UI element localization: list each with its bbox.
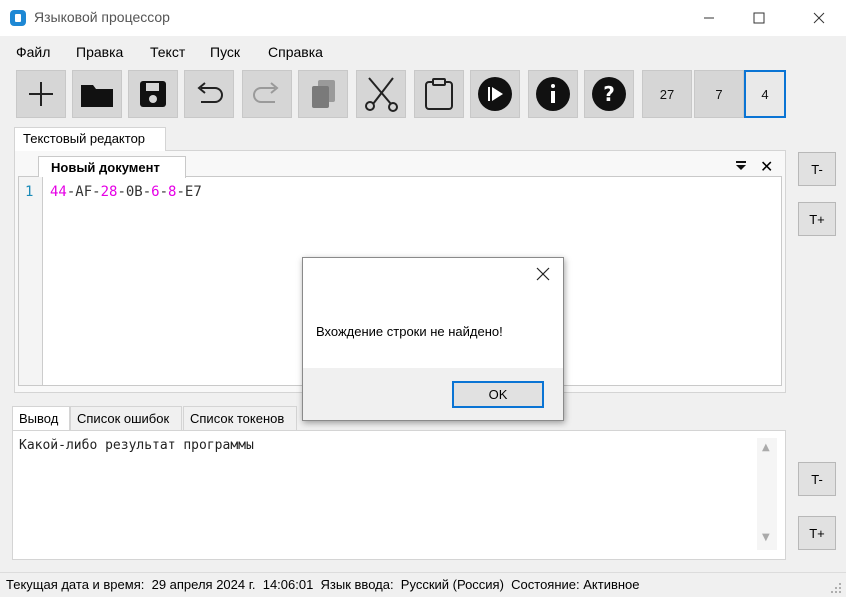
code-token-text: - xyxy=(159,184,169,200)
line-number: 1 xyxy=(25,184,34,200)
scroll-up-icon[interactable]: ▲ xyxy=(762,442,772,453)
counter-button-1[interactable]: 27 xyxy=(642,70,692,118)
code-token-text: -AF- xyxy=(66,184,101,200)
counter-value: 27 xyxy=(659,86,675,102)
menu-bar xyxy=(0,38,846,64)
close-button[interactable] xyxy=(796,0,842,36)
menu-text[interactable]: Текст xyxy=(150,44,185,60)
run-icon xyxy=(478,77,512,111)
tab-token-list[interactable]: Список токенов xyxy=(183,406,297,430)
document-app-icon xyxy=(10,10,26,26)
counter-value: 4 xyxy=(761,86,769,102)
minimize-icon xyxy=(704,17,714,19)
window-title: Языковой процессор xyxy=(34,9,170,25)
paste-button[interactable] xyxy=(414,70,464,118)
save-icon xyxy=(140,81,166,107)
minimize-button[interactable] xyxy=(686,0,732,36)
run-button[interactable] xyxy=(470,70,520,118)
close-icon xyxy=(813,12,825,24)
counter-button-3[interactable]: 4 xyxy=(744,70,786,118)
maximize-icon xyxy=(753,12,765,24)
copy-button[interactable] xyxy=(298,70,348,118)
output-text: Какой-либо результат программы xyxy=(19,438,254,453)
help-button[interactable]: ? xyxy=(584,70,634,118)
paste-icon xyxy=(425,78,453,110)
menu-file[interactable]: Файл xyxy=(16,44,50,60)
resize-grip-icon[interactable] xyxy=(828,580,842,594)
help-icon: ? xyxy=(592,77,626,111)
code-line[interactable]: 44-AF-28-0B-6-8-E7 xyxy=(50,184,202,200)
increase-font-button-bottom[interactable]: T+ xyxy=(798,516,836,550)
info-icon xyxy=(536,77,570,111)
counter-value: 7 xyxy=(715,86,723,102)
info-button[interactable] xyxy=(528,70,578,118)
tab-output[interactable]: Вывод xyxy=(12,406,70,430)
undo-button[interactable] xyxy=(184,70,234,118)
tab-error-list[interactable]: Список ошибок xyxy=(70,406,182,430)
new-file-icon xyxy=(29,82,53,106)
dialog-close-icon[interactable] xyxy=(535,266,551,282)
line-gutter xyxy=(19,177,43,385)
cut-button[interactable] xyxy=(356,70,406,118)
open-file-button[interactable] xyxy=(72,70,122,118)
scroll-down-icon[interactable]: ▼ xyxy=(762,532,772,543)
tab-new-document[interactable]: Новый документ xyxy=(38,156,186,178)
dropdown-menu-icon[interactable] xyxy=(735,160,747,172)
cut-icon xyxy=(365,77,398,112)
code-token-text: -E7 xyxy=(176,184,202,200)
decrease-font-button-bottom[interactable]: T- xyxy=(798,462,836,496)
new-file-button[interactable] xyxy=(16,70,66,118)
tab-text-editor[interactable]: Текстовый редактор xyxy=(14,127,166,151)
menu-help[interactable]: Справка xyxy=(268,44,323,60)
ok-button[interactable]: OK xyxy=(452,381,544,408)
decrease-font-button-top[interactable]: T- xyxy=(798,152,836,186)
status-text: Текущая дата и время: 29 апреля 2024 г. … xyxy=(6,577,640,592)
code-token-number: 6 xyxy=(151,184,160,200)
close-document-icon[interactable]: ✕ xyxy=(760,157,773,176)
counter-button-2[interactable]: 7 xyxy=(694,70,744,118)
code-token-number: 44 xyxy=(50,184,67,200)
undo-icon xyxy=(197,82,223,103)
svg-text:?: ? xyxy=(603,82,615,106)
copy-icon xyxy=(312,80,335,108)
redo-icon xyxy=(253,82,279,103)
code-token-text: -0B- xyxy=(117,184,152,200)
save-button[interactable] xyxy=(128,70,178,118)
open-folder-icon xyxy=(81,85,113,107)
dialog-message: Вхождение строки не найдено! xyxy=(316,324,503,339)
increase-font-button-top[interactable]: T+ xyxy=(798,202,836,236)
menu-edit[interactable]: Правка xyxy=(76,44,123,60)
maximize-button[interactable] xyxy=(736,0,782,36)
code-token-number: 28 xyxy=(100,184,118,200)
menu-run[interactable]: Пуск xyxy=(210,44,240,60)
redo-button[interactable] xyxy=(242,70,292,118)
